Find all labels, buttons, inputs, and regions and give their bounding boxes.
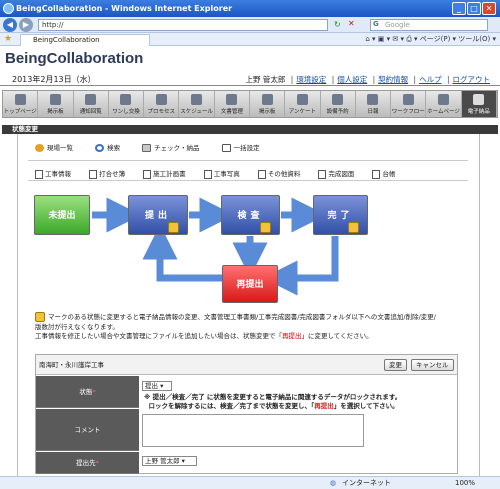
lock-icon	[168, 222, 179, 233]
comment-textarea[interactable]	[142, 414, 364, 447]
arrow-resubmit-to-submitted	[142, 224, 222, 282]
state-unsubmitted: 未提出	[34, 195, 90, 235]
status-select[interactable]: 提出 ▾	[142, 381, 172, 391]
form-header: 南海町・永川護岸工事 変更 キャンセル	[36, 355, 457, 375]
comment-label: コメント	[36, 409, 139, 451]
status-note: ※ 提出／検査／完了 に状態を変更すると電子納品に関連するデータがロックされます…	[144, 393, 402, 410]
cancel-button[interactable]: キャンセル	[411, 359, 454, 371]
globe-icon: ◍	[330, 479, 337, 487]
arrow-completed-to-resubmit	[262, 236, 339, 296]
lock-icon	[35, 312, 45, 322]
lock-icon	[348, 222, 359, 233]
zoom-level[interactable]: 100%	[455, 477, 475, 489]
change-button[interactable]: 変更	[384, 359, 407, 371]
lock-notice: マークのある状態に変更すると電子納品情報の変更、文書管理工事書類/工事完成図書/…	[35, 312, 436, 340]
state-resubmit: 再提出	[222, 265, 278, 303]
status-change-form: 南海町・永川護岸工事 変更 キャンセル 状態* 提出 ▾ ※ 提出／検査／完了 …	[35, 354, 458, 474]
zone-label: インターネット	[342, 479, 391, 487]
lock-icon	[260, 222, 271, 233]
submit-to-label: 提出先*	[36, 452, 139, 474]
browser-statusbar: ◍ インターネット 100%	[0, 476, 500, 489]
state-submitted: 提出	[128, 195, 188, 235]
state-inspection: 検査	[221, 195, 280, 235]
submit-to-select[interactable]: 上野 管太郎 ▾	[142, 456, 197, 466]
project-name: 南海町・永川護岸工事	[39, 361, 104, 369]
status-label: 状態*	[36, 376, 139, 408]
state-completed: 完了	[313, 195, 368, 235]
